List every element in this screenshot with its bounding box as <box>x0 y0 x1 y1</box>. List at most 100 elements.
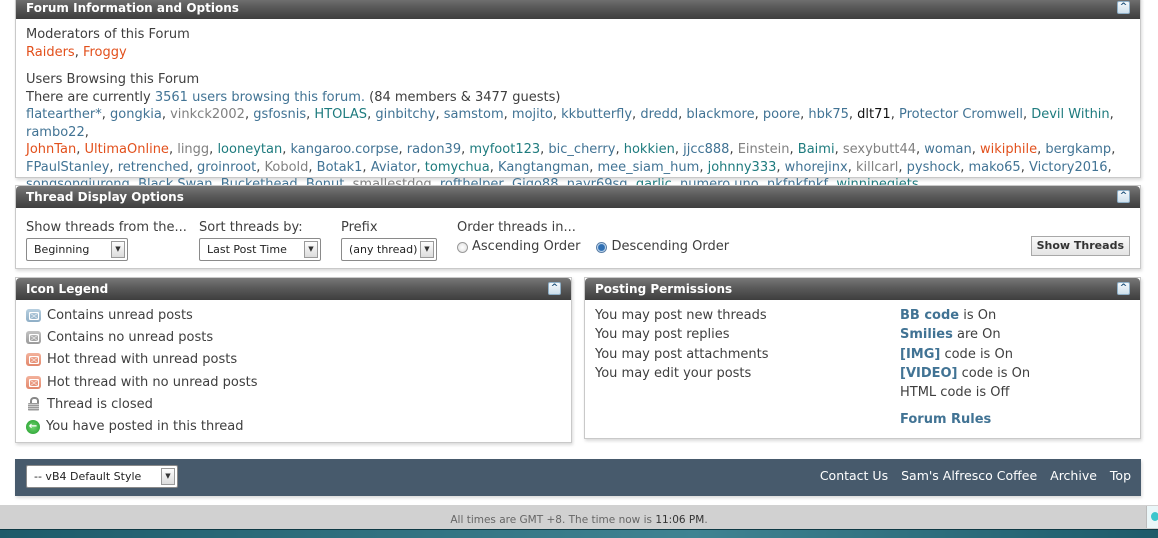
user-link[interactable]: tomychua <box>425 160 490 175</box>
user-link[interactable]: Baimi <box>798 142 835 157</box>
legend-item: Hot thread with unread posts <box>26 349 561 371</box>
user-link[interactable]: samstom <box>444 107 504 122</box>
user-link[interactable]: dredd <box>640 107 678 122</box>
user-link[interactable]: Botak1 <box>317 160 363 175</box>
moderator-link[interactable]: Raiders <box>26 45 75 60</box>
user-link[interactable]: poore <box>763 107 800 122</box>
img-code-link[interactable]: [IMG] <box>900 347 940 362</box>
code-setting: BB code is On <box>900 306 1030 325</box>
collapse-icon[interactable]: ^ <box>1117 1 1130 14</box>
user-link[interactable]: wikiphile <box>980 142 1037 157</box>
user-link[interactable]: dlt71 <box>857 107 891 122</box>
user-link[interactable]: gongkia <box>110 107 162 122</box>
show-from-select[interactable]: Beginning ▼ <box>26 238 128 261</box>
user-link[interactable]: looneytan <box>217 142 282 157</box>
user-link[interactable]: Kangtangman <box>498 160 589 175</box>
user-link[interactable]: mee_siam_hum <box>597 160 699 175</box>
setting-status: code is On <box>957 365 1031 381</box>
user-link[interactable]: flatearther* <box>26 107 102 122</box>
chat-bubble-icon[interactable] <box>1146 506 1158 528</box>
collapse-icon[interactable]: ^ <box>1117 190 1130 203</box>
style-select[interactable]: -- vB4 Default Style ▼ <box>26 465 178 488</box>
separator: , <box>244 107 254 122</box>
users-browsing-list: flatearther*, gongkia, vinkck2002, gsfos… <box>26 106 1130 194</box>
user-link[interactable]: lingg <box>177 142 209 157</box>
descending-radio[interactable] <box>596 241 608 253</box>
ascending-label[interactable]: Ascending Order <box>472 238 580 256</box>
user-link[interactable]: UltimaOnline <box>85 142 169 157</box>
user-link[interactable]: ginbitchy <box>375 107 435 122</box>
user-link[interactable]: Kobold <box>265 160 309 175</box>
collapse-icon[interactable]: ^ <box>548 282 561 295</box>
user-link[interactable]: whorejinx <box>785 160 848 175</box>
user-link[interactable]: HTOLAS <box>314 107 367 122</box>
chevron-down-icon[interactable]: ▼ <box>420 241 434 258</box>
user-link[interactable]: woman <box>924 142 971 157</box>
legend-item: Hot thread with no unread posts <box>26 371 561 393</box>
show-from-value: Beginning <box>34 243 90 256</box>
hot-envelope-read-icon <box>26 375 41 389</box>
sort-by-select[interactable]: Last Post Time ▼ <box>199 238 321 261</box>
current-time: 11:06 PM <box>655 514 705 526</box>
legend-item: Contains unread posts <box>26 304 561 326</box>
user-link[interactable]: johnny333 <box>708 160 777 175</box>
user-link[interactable]: Aviator <box>371 160 417 175</box>
separator: , <box>674 142 684 157</box>
moderator-link[interactable]: Froggy <box>83 45 127 60</box>
smilies-link[interactable]: Smilies <box>900 327 953 342</box>
user-link[interactable]: jjcc888 <box>683 142 729 157</box>
chevron-down-icon[interactable]: ▼ <box>161 468 175 485</box>
user-link[interactable]: kkbutterfly <box>561 107 632 122</box>
user-link[interactable]: bergkamp <box>1045 142 1111 157</box>
forum-rules-link[interactable]: Forum Rules <box>900 412 991 427</box>
contact-us-link[interactable]: Contact Us <box>820 468 888 483</box>
user-link[interactable]: sexybutt44 <box>843 142 916 157</box>
descending-label[interactable]: Descending Order <box>611 238 729 256</box>
legend-item: Contains no unread posts <box>26 326 561 348</box>
show-threads-button[interactable]: Show Threads <box>1030 236 1130 256</box>
user-link[interactable]: groinroot <box>197 160 256 175</box>
permissions-list: You may post new threads You may post re… <box>595 306 769 383</box>
separator: , <box>503 107 512 122</box>
user-link[interactable]: hbk75 <box>808 107 849 122</box>
user-link[interactable]: myfoot123 <box>469 142 540 157</box>
archive-link[interactable]: Archive <box>1050 468 1097 483</box>
user-link[interactable]: mojito <box>512 107 553 122</box>
moderators-list: Raiders, Froggy <box>26 45 127 60</box>
prefix-select[interactable]: (any thread) ▼ <box>341 238 437 261</box>
user-link[interactable]: rambo22 <box>26 125 85 140</box>
user-link[interactable]: killcarl <box>856 160 898 175</box>
video-code-link[interactable]: [VIDEO] <box>900 366 958 381</box>
browsing-count-link[interactable]: 3561 users browsing this forum. <box>155 90 365 105</box>
chevron-down-icon[interactable]: ▼ <box>111 241 125 258</box>
user-link[interactable]: Einstein <box>738 142 790 157</box>
user-link[interactable]: Victory2016 <box>1029 160 1108 175</box>
separator: , <box>754 107 763 122</box>
separator: , <box>256 159 265 175</box>
user-link[interactable]: JohnTan <box>26 142 76 157</box>
user-link[interactable]: hokkien <box>624 142 675 157</box>
user-link[interactable]: mako65 <box>969 160 1021 175</box>
user-link[interactable]: pyshock <box>907 160 961 175</box>
user-link[interactable]: bic_cherry <box>548 142 615 157</box>
prefix-label: Prefix <box>341 220 378 235</box>
legend-item: ← You have posted in this thread <box>26 415 561 437</box>
ascending-radio[interactable] <box>457 241 468 253</box>
user-link[interactable]: retrenched <box>118 160 189 175</box>
user-link[interactable]: kangaroo.corpse <box>290 142 398 157</box>
user-link[interactable]: Protector Cromwell <box>899 107 1023 122</box>
sams-alfresco-coffee-link[interactable]: Sam's Alfresco Coffee <box>901 468 1037 483</box>
order-group: Order threads in... Ascending Order Desc… <box>457 220 729 256</box>
timezone-suffix: . <box>704 514 708 526</box>
user-link[interactable]: blackmore <box>686 107 754 122</box>
top-link[interactable]: Top <box>1110 468 1131 483</box>
user-link[interactable]: radon39 <box>407 142 461 157</box>
legend-label: Contains unread posts <box>47 307 193 323</box>
chevron-down-icon[interactable]: ▼ <box>304 241 318 258</box>
user-link[interactable]: gsfosnis <box>253 107 306 122</box>
user-link[interactable]: vinkck2002 <box>170 107 245 122</box>
user-link[interactable]: FPaulStanley <box>26 160 109 175</box>
user-link[interactable]: Devil Within <box>1031 107 1109 122</box>
collapse-icon[interactable]: ^ <box>1117 282 1130 295</box>
bb-code-link[interactable]: BB code <box>900 308 959 323</box>
